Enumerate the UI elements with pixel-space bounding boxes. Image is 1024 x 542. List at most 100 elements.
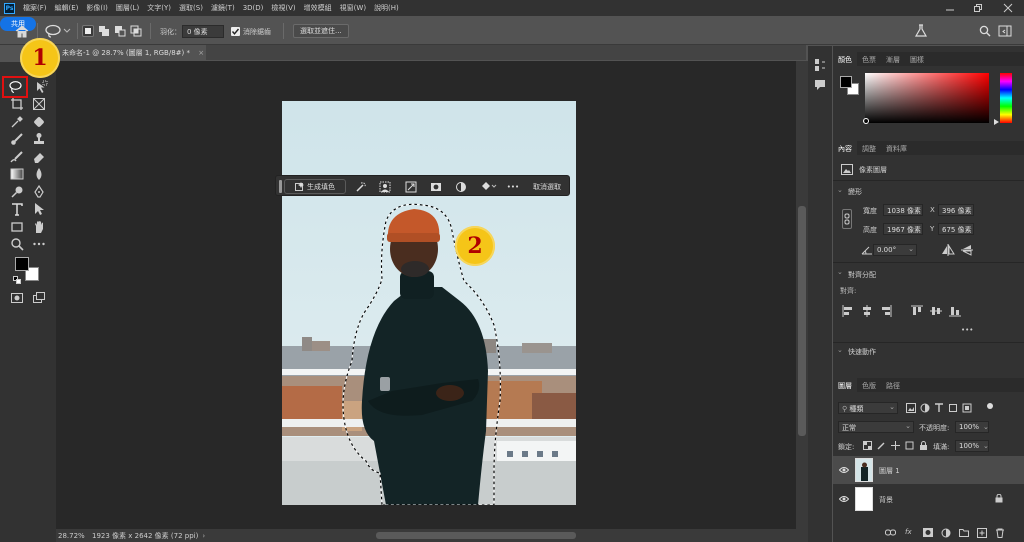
angle-field[interactable]: 0.00° ⌄ [873, 244, 917, 256]
screen-mode-icon[interactable] [32, 291, 46, 305]
document-canvas[interactable] [282, 101, 576, 505]
path-select-tool-icon[interactable] [32, 202, 46, 216]
deselect-button[interactable]: 取消選取 [528, 179, 566, 194]
history-icon[interactable] [813, 58, 827, 72]
menu-type[interactable]: 文字(Y) [143, 3, 175, 13]
menu-help[interactable]: 說明(H) [370, 3, 403, 13]
pen-tool-icon[interactable] [32, 185, 46, 199]
zoom-tool-icon[interactable] [10, 237, 24, 251]
width-field[interactable]: 1038 像素 [883, 204, 923, 216]
new-adjustment-layer-icon[interactable] [941, 528, 951, 538]
angle-dropdown-icon[interactable]: ⌄ [908, 245, 914, 253]
horizontal-scroll-thumb[interactable] [376, 532, 576, 539]
invert-selection-icon[interactable] [404, 179, 418, 194]
quick-actions-chevron-icon[interactable]: ⌄ [837, 346, 843, 354]
layer-filter-dropdown[interactable]: ⚲ 種類 ⌄ [838, 402, 898, 414]
feather-field[interactable]: 0 像素 [182, 25, 224, 38]
quick-mask-icon[interactable] [10, 291, 24, 305]
new-layer-icon[interactable] [977, 528, 987, 538]
tab-layers[interactable]: 圖層 [833, 378, 857, 392]
menu-edit[interactable]: 編輯(E) [51, 3, 83, 13]
filter-type-icon[interactable] [934, 403, 944, 413]
tab-paths[interactable]: 路徑 [881, 378, 905, 392]
object-select-tool-icon[interactable] [34, 80, 48, 94]
filter-pixel-icon[interactable] [906, 403, 916, 413]
close-window-icon[interactable] [994, 0, 1022, 16]
canvas-area[interactable] [56, 61, 796, 529]
layer-name[interactable]: 背景 [879, 495, 893, 505]
new-group-icon[interactable] [959, 528, 969, 537]
crop-tool-icon[interactable] [10, 97, 24, 111]
align-more-icon[interactable]: ••• [961, 326, 973, 334]
tab-properties[interactable]: 內容 [833, 141, 857, 155]
workspace-icon[interactable] [998, 24, 1012, 38]
filter-toggle-icon[interactable] [985, 401, 995, 411]
modify-selection-icon[interactable] [354, 179, 368, 194]
blend-mode-dropdown[interactable]: 正常 ⌄ [838, 421, 914, 433]
link-dimensions-icon[interactable] [842, 209, 852, 229]
fill-dropdown-icon[interactable]: ⌄ [983, 442, 989, 450]
lock-artboard-icon[interactable] [905, 441, 914, 450]
align-left-icon[interactable] [842, 305, 854, 317]
blur-tool-icon[interactable] [32, 167, 46, 181]
close-tab-icon[interactable]: × [198, 49, 204, 57]
menu-layer[interactable]: 圖層(L) [112, 3, 143, 13]
search-icon[interactable] [979, 25, 991, 37]
lock-all-icon[interactable] [919, 441, 928, 450]
align-chevron-icon[interactable]: ⌄ [837, 268, 843, 276]
lasso-tool-icon[interactable] [8, 80, 22, 94]
fill-selection-icon[interactable] [479, 179, 499, 194]
link-layers-icon[interactable] [885, 528, 896, 537]
minimize-icon[interactable] [936, 0, 964, 16]
hand-tool-icon[interactable] [32, 220, 46, 234]
menu-file[interactable]: 檔案(F) [19, 3, 51, 13]
hue-slider[interactable] [1000, 73, 1012, 123]
default-colors-icon[interactable] [13, 276, 21, 284]
visibility-eye-icon[interactable] [838, 466, 850, 474]
transform-chevron-icon[interactable]: ⌄ [837, 186, 843, 194]
home-icon[interactable] [14, 24, 30, 38]
drag-handle[interactable] [279, 180, 282, 193]
menu-3d[interactable]: 3D(D) [239, 4, 268, 12]
eyedropper-tool-icon[interactable] [10, 115, 24, 129]
align-right-icon[interactable] [880, 305, 892, 317]
color-picker-cursor[interactable] [863, 118, 869, 124]
antialias-checkbox[interactable] [231, 27, 240, 36]
status-menu-arrow-icon[interactable]: › [202, 532, 205, 540]
menu-select[interactable]: 選取(S) [175, 3, 207, 13]
visibility-eye-icon[interactable] [838, 495, 850, 503]
document-tab[interactable]: 未命名-1 @ 28.7% (圖層 1, RGB/8#) * × [56, 45, 206, 60]
select-subject-icon[interactable] [378, 179, 392, 194]
history-brush-tool-icon[interactable] [10, 150, 24, 164]
lock-transparent-icon[interactable] [863, 441, 872, 450]
select-and-mask-button[interactable]: 選取並遮住... [293, 24, 349, 38]
tab-gradients[interactable]: 漸層 [881, 52, 905, 66]
tab-libraries[interactable]: 資料庫 [881, 141, 912, 155]
menu-plugins[interactable]: 增效模組 [300, 3, 336, 13]
rectangle-tool-icon[interactable] [10, 220, 24, 234]
vertical-scroll-thumb[interactable] [798, 206, 806, 436]
eraser-tool-icon[interactable] [32, 150, 46, 164]
frame-tool-icon[interactable] [32, 97, 46, 111]
clone-stamp-tool-icon[interactable] [32, 132, 46, 146]
type-tool-icon[interactable] [10, 202, 24, 216]
subtract-from-selection-icon[interactable] [114, 25, 126, 37]
gradient-tool-icon[interactable] [10, 167, 24, 181]
tab-channels[interactable]: 色版 [857, 378, 881, 392]
menu-window[interactable]: 視窗(W) [336, 3, 370, 13]
zoom-level[interactable]: 28.72% [58, 532, 88, 540]
dodge-tool-icon[interactable] [10, 185, 24, 199]
brush-tool-icon[interactable] [10, 132, 24, 146]
align-bottom-icon[interactable] [949, 305, 961, 317]
menu-filter[interactable]: 濾鏡(T) [207, 3, 239, 13]
add-to-selection-icon[interactable] [98, 25, 110, 37]
tab-swatches[interactable]: 色票 [857, 52, 881, 66]
height-field[interactable]: 1967 像素 [883, 223, 923, 235]
align-middle-v-icon[interactable] [930, 305, 942, 317]
more-tools-icon[interactable] [32, 237, 46, 251]
new-selection-icon[interactable] [82, 25, 94, 37]
vertical-scrollbar[interactable] [796, 61, 808, 529]
lock-position-icon[interactable] [891, 441, 900, 450]
tab-color[interactable]: 顏色 [833, 52, 857, 66]
menu-image[interactable]: 影像(I) [82, 3, 112, 13]
